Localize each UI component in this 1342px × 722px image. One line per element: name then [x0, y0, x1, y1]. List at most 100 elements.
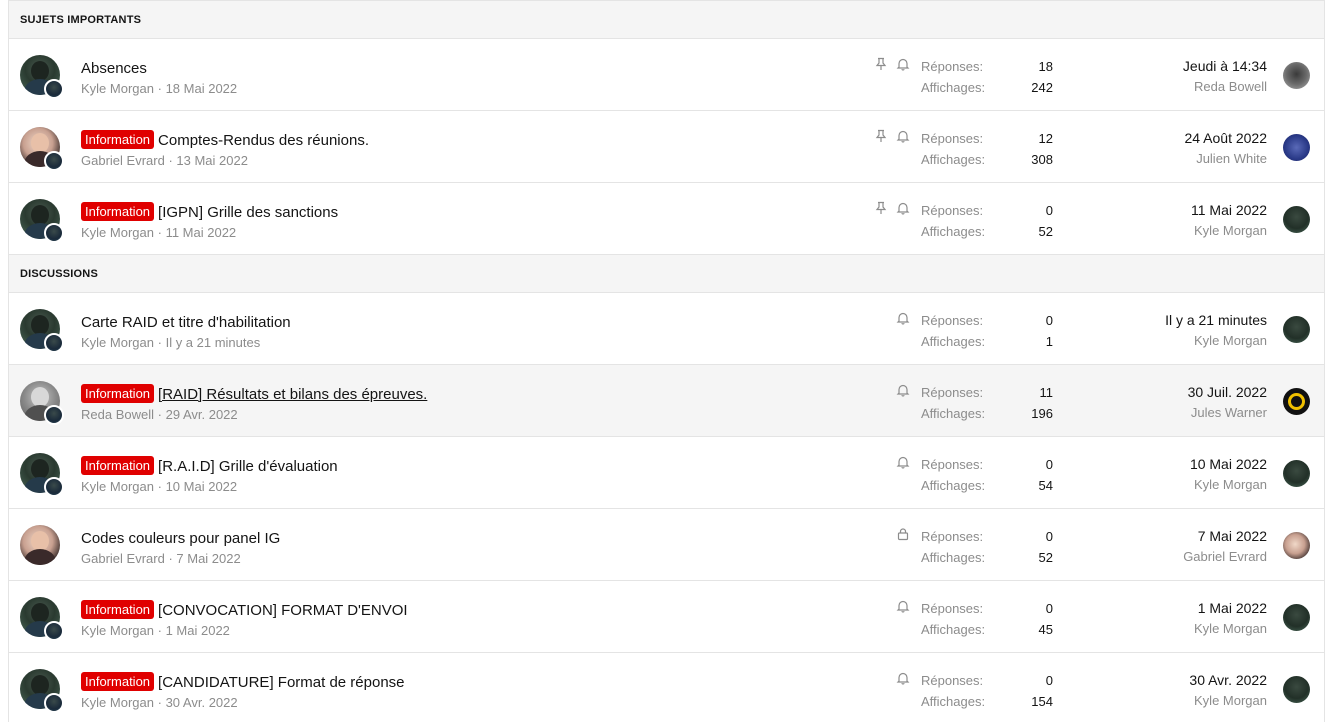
thread-title-link[interactable]: [IGPN] Grille des sanctions	[158, 204, 338, 221]
thread-row[interactable]: Carte RAID et titre d'habilitation Kyle M…	[9, 293, 1324, 365]
last-post-date[interactable]: 30 Avr. 2022	[1189, 670, 1267, 690]
last-poster-avatar[interactable]	[1283, 388, 1310, 415]
prefix-label[interactable]: Information	[81, 456, 155, 475]
last-poster-mini-avatar[interactable]	[44, 477, 64, 497]
author-link[interactable]: Kyle Morgan	[81, 225, 154, 240]
author-link[interactable]: Kyle Morgan	[81, 81, 154, 96]
last-post-user[interactable]: Kyle Morgan	[1191, 220, 1267, 242]
thread-title-link[interactable]: Codes couleurs pour panel IG	[81, 530, 280, 547]
last-post-date[interactable]: 24 Août 2022	[1184, 128, 1267, 148]
last-post-user[interactable]: Reda Bowell	[1183, 76, 1267, 98]
last-post-user[interactable]: Julien White	[1184, 148, 1267, 170]
last-poster-avatar[interactable]	[1283, 604, 1310, 631]
thread-meta: Kyle Morgan · 10 Mai 2022	[81, 479, 864, 494]
views-count: 1	[1045, 334, 1053, 349]
prefix-label[interactable]: Information	[81, 672, 155, 691]
last-poster-mini-avatar[interactable]	[44, 405, 64, 425]
thread-row[interactable]: Information Comptes-Rendus des réunions. G…	[9, 111, 1324, 183]
last-post-user[interactable]: Gabriel Evrard	[1183, 546, 1267, 568]
thread-title-link[interactable]: [R.A.I.D] Grille d'évaluation	[158, 458, 338, 475]
last-post-date[interactable]: Il y a 21 minutes	[1165, 310, 1267, 330]
thread-meta: Reda Bowell · 29 Avr. 2022	[81, 407, 864, 422]
thread-start-date[interactable]: Il y a 21 minutes	[166, 335, 261, 350]
author-link[interactable]: Gabriel Evrard	[81, 551, 165, 566]
last-poster-avatar[interactable]	[1283, 134, 1310, 161]
last-poster-mini-avatar[interactable]	[44, 79, 64, 99]
last-post: Jeudi à 14:34 Reda Bowell	[1183, 56, 1267, 98]
last-post-date[interactable]: Jeudi à 14:34	[1183, 56, 1267, 76]
thread-title-link[interactable]: [RAID] Résultats et bilans des épreuves.	[158, 386, 427, 403]
thread-start-date[interactable]: 1 Mai 2022	[166, 623, 230, 638]
prefix-label[interactable]: Information	[81, 600, 155, 619]
thread-row[interactable]: Information [R.A.I.D] Grille d'évaluation…	[9, 437, 1324, 509]
last-poster-mini-avatar[interactable]	[44, 151, 64, 171]
last-poster-mini-avatar[interactable]	[44, 621, 64, 641]
thread-start-date[interactable]: 13 Mai 2022	[176, 153, 248, 168]
views-count-pair: Affichages: 242	[921, 77, 1053, 98]
thread-title-link[interactable]: Carte RAID et titre d'habilitation	[81, 314, 291, 331]
avatar-face	[31, 61, 49, 81]
last-post-user[interactable]: Kyle Morgan	[1189, 690, 1267, 712]
avatar-face	[31, 531, 49, 551]
last-poster-avatar[interactable]	[1283, 62, 1310, 89]
last-post-user[interactable]: Kyle Morgan	[1194, 618, 1267, 640]
last-post: 24 Août 2022 Julien White	[1184, 128, 1267, 170]
thread-row[interactable]: Absences Kyle Morgan · 18 Mai 2022 Réponse…	[9, 39, 1324, 111]
author-link[interactable]: Kyle Morgan	[81, 335, 154, 350]
thread-main: Information [RAID] Résultats et bilans de…	[81, 384, 864, 422]
last-poster-avatar[interactable]	[1283, 676, 1310, 703]
prefix-label[interactable]: Information	[81, 384, 155, 403]
thread-row[interactable]: Information [RAID] Résultats et bilans de…	[9, 365, 1324, 437]
author-link[interactable]: Gabriel Evrard	[81, 153, 165, 168]
last-poster-avatar[interactable]	[1283, 532, 1310, 559]
thread-title-link[interactable]: [CANDIDATURE] Format de réponse	[158, 674, 404, 691]
thread-stats: Réponses: 18 Affichages: 242	[921, 56, 1053, 98]
views-count-label: Affichages:	[921, 478, 986, 493]
author-link[interactable]: Kyle Morgan	[81, 623, 154, 638]
last-poster-avatar[interactable]	[1283, 206, 1310, 233]
last-post-date[interactable]: 1 Mai 2022	[1194, 598, 1267, 618]
last-post: 30 Avr. 2022 Kyle Morgan	[1189, 670, 1267, 712]
last-post-user[interactable]: Kyle Morgan	[1165, 330, 1267, 352]
thread-title-link[interactable]: Comptes-Rendus des réunions.	[158, 132, 369, 149]
last-post-date[interactable]: 11 Mai 2022	[1191, 200, 1267, 220]
thread-row[interactable]: Information [IGPN] Grille des sanctions Ky…	[9, 183, 1324, 255]
replies-count-label: Réponses:	[921, 673, 984, 688]
thread-start-date[interactable]: 29 Avr. 2022	[166, 407, 238, 422]
views-count: 52	[1038, 224, 1053, 239]
thread-title-link[interactable]: Absences	[81, 60, 147, 77]
last-poster-mini-avatar[interactable]	[44, 333, 64, 353]
last-post-user[interactable]: Jules Warner	[1188, 402, 1267, 424]
bell-icon	[896, 599, 910, 613]
views-count-label: Affichages:	[921, 334, 986, 349]
last-post: 10 Mai 2022 Kyle Morgan	[1190, 454, 1267, 496]
avatar-face	[31, 459, 49, 479]
author-avatar[interactable]	[20, 525, 60, 565]
prefix-label[interactable]: Information	[81, 202, 155, 221]
author-link[interactable]: Kyle Morgan	[81, 479, 154, 494]
last-poster-mini-avatar[interactable]	[44, 693, 64, 713]
thread-start-date[interactable]: 10 Mai 2022	[166, 479, 238, 494]
prefix-label[interactable]: Information	[81, 130, 155, 149]
thread-row[interactable]: Codes couleurs pour panel IG Gabriel Evra…	[9, 509, 1324, 581]
last-post-user[interactable]: Kyle Morgan	[1190, 474, 1267, 496]
thread-start-date[interactable]: 30 Avr. 2022	[166, 695, 238, 710]
thread-row[interactable]: Information [CONVOCATION] FORMAT D'ENVOI K…	[9, 581, 1324, 653]
last-poster-avatar[interactable]	[1283, 460, 1310, 487]
last-post-date[interactable]: 10 Mai 2022	[1190, 454, 1267, 474]
replies-count-pair: Réponses: 0	[921, 200, 1053, 221]
last-post-date[interactable]: 7 Mai 2022	[1183, 526, 1267, 546]
last-poster-avatar[interactable]	[1283, 316, 1310, 343]
last-poster-mini-avatar[interactable]	[44, 223, 64, 243]
last-post-date[interactable]: 30 Juil. 2022	[1188, 382, 1267, 402]
bell-icon	[896, 57, 910, 71]
thread-row[interactable]: Information [CANDIDATURE] Format de répon…	[9, 653, 1324, 722]
thread-start-date[interactable]: 18 Mai 2022	[166, 81, 238, 96]
thread-title-line: Carte RAID et titre d'habilitation	[81, 312, 864, 334]
thread-start-date[interactable]: 11 Mai 2022	[166, 225, 237, 240]
author-link[interactable]: Reda Bowell	[81, 407, 154, 422]
last-post: 11 Mai 2022 Kyle Morgan	[1191, 200, 1267, 242]
thread-title-link[interactable]: [CONVOCATION] FORMAT D'ENVOI	[158, 602, 408, 619]
author-link[interactable]: Kyle Morgan	[81, 695, 154, 710]
thread-start-date[interactable]: 7 Mai 2022	[176, 551, 240, 566]
